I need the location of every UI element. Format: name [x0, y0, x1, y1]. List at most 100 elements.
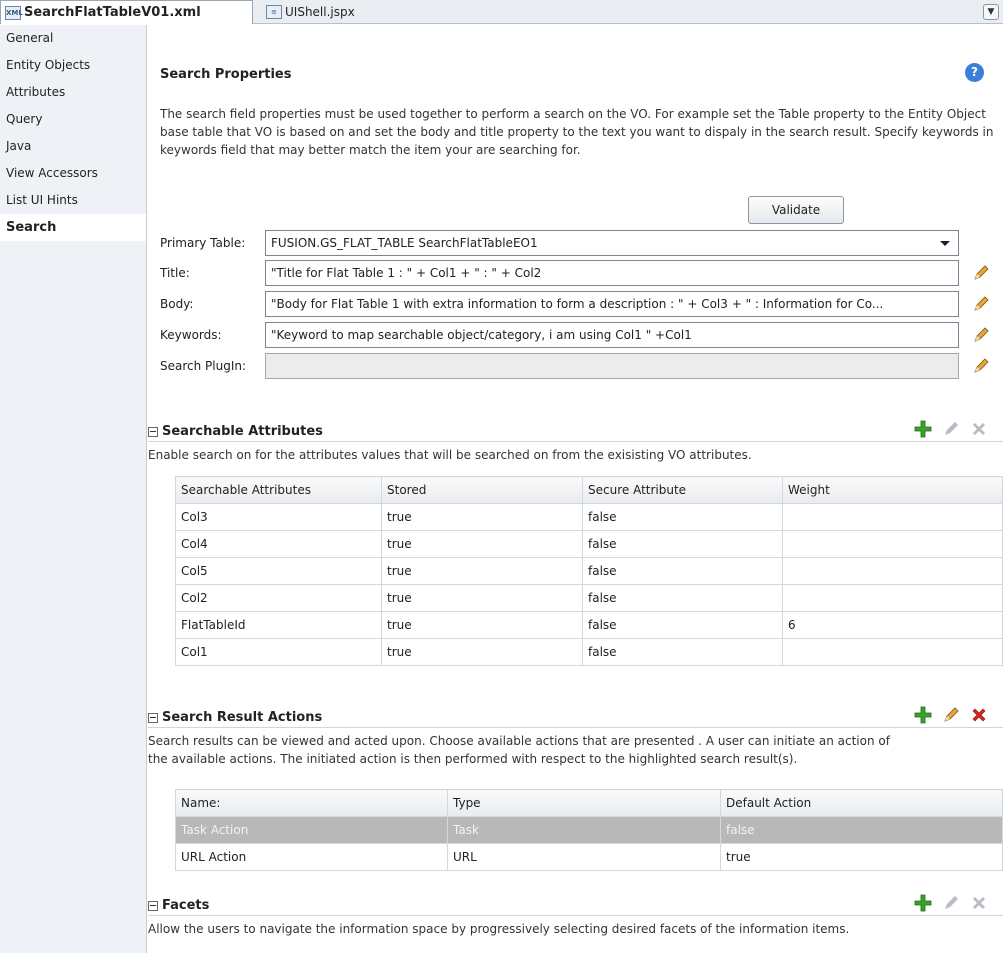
table-row[interactable]: URL Action URL true	[175, 843, 1003, 871]
table-row[interactable]: Col3 true false	[175, 503, 1003, 531]
validate-button[interactable]: Validate	[748, 196, 844, 224]
sidebar-item-entity-objects[interactable]: Entity Objects	[0, 52, 146, 79]
table-cell: true	[381, 611, 583, 639]
edit-search-plugin-pencil-icon[interactable]	[973, 358, 989, 374]
table-cell	[782, 530, 1003, 558]
sidebar-item-attributes[interactable]: Attributes	[0, 79, 146, 106]
collapse-icon[interactable]	[148, 900, 158, 911]
search-plugin-label: Search PlugIn:	[160, 359, 247, 373]
collapse-icon[interactable]	[148, 426, 158, 437]
body-label: Body:	[160, 297, 194, 311]
sidebar-item-list-ui-hints[interactable]: List UI Hints	[0, 187, 146, 214]
add-icon[interactable]	[914, 894, 932, 912]
title-field[interactable]: "Title for Flat Table 1 : " + Col1 + " :…	[265, 260, 959, 286]
table-cell: URL	[447, 843, 721, 871]
primary-table-label: Primary Table:	[160, 236, 246, 250]
tab-searchflattable-xml[interactable]: XML SearchFlatTableV01.xml	[0, 0, 253, 24]
editor-tab-bar: XML SearchFlatTableV01.xml ≡ UIShell.jsp…	[0, 0, 1003, 24]
table-cell: false	[720, 816, 1003, 844]
xml-file-icon: XML	[5, 5, 23, 20]
tab-list-dropdown-icon[interactable]: ▼	[983, 4, 999, 20]
edit-pencil-icon[interactable]	[942, 706, 960, 724]
sidebar-item-search[interactable]: Search	[0, 214, 146, 241]
table-cell: Col3	[175, 503, 382, 531]
facets-header[interactable]: Facets	[148, 898, 209, 913]
table-cell: Task	[447, 816, 721, 844]
table-cell: false	[582, 638, 783, 666]
table-cell: false	[582, 557, 783, 585]
delete-icon[interactable]	[970, 706, 988, 724]
search-result-actions-header[interactable]: Search Result Actions	[148, 710, 322, 725]
delete-icon[interactable]	[970, 894, 988, 912]
table-cell: true	[381, 557, 583, 585]
table-row[interactable]: FlatTableId true false 6	[175, 611, 1003, 639]
table-cell: true	[381, 530, 583, 558]
title-label: Title:	[160, 266, 190, 280]
table-row[interactable]: Col2 true false	[175, 584, 1003, 612]
description-line: Search results can be viewed and acted u…	[148, 734, 890, 748]
table-cell: false	[582, 584, 783, 612]
table-cell	[782, 503, 1003, 531]
keywords-field[interactable]: "Keyword to map searchable object/catego…	[265, 322, 959, 348]
column-header[interactable]: Weight	[782, 476, 1003, 504]
section-divider	[148, 915, 1003, 916]
table-cell	[782, 584, 1003, 612]
search-properties-description: The search field properties must be used…	[160, 107, 994, 157]
search-result-actions-title: Search Result Actions	[162, 710, 323, 725]
column-header[interactable]: Name:	[175, 789, 448, 817]
table-cell: Col2	[175, 584, 382, 612]
tab-label: SearchFlatTableV01.xml	[24, 5, 201, 20]
facets-description: Allow the users to navigate the informat…	[148, 922, 850, 936]
search-result-actions-toolbar	[914, 706, 988, 724]
column-header[interactable]: Searchable Attributes	[175, 476, 382, 504]
table-cell	[782, 638, 1003, 666]
body-field[interactable]: "Body for Flat Table 1 with extra inform…	[265, 291, 959, 317]
keywords-label: Keywords:	[160, 328, 222, 342]
delete-icon[interactable]	[970, 420, 988, 438]
sidebar-item-java[interactable]: Java	[0, 133, 146, 160]
table-cell: false	[582, 530, 783, 558]
sidebar-item-view-accessors[interactable]: View Accessors	[0, 160, 146, 187]
primary-table-select[interactable]: FUSION.GS_FLAT_TABLE SearchFlatTableEO1	[265, 230, 959, 256]
column-header[interactable]: Stored	[381, 476, 583, 504]
tab-label: UIShell.jspx	[285, 5, 355, 19]
searchable-attributes-header[interactable]: Searchable Attributes	[148, 424, 323, 439]
main-panel: Search Properties ? The search field pro…	[148, 25, 1003, 953]
sidebar-item-general[interactable]: General	[0, 25, 146, 52]
column-header[interactable]: Default Action	[720, 789, 1003, 817]
section-divider	[148, 727, 1003, 728]
table-row[interactable]: Col1 true false	[175, 638, 1003, 666]
add-icon[interactable]	[914, 420, 932, 438]
table-row-selected[interactable]: Task Action Task false	[175, 816, 1003, 844]
table-cell: 6	[782, 611, 1003, 639]
tab-uishell-jspx[interactable]: ≡ UIShell.jspx	[262, 0, 462, 24]
sidebar-item-query[interactable]: Query	[0, 106, 146, 133]
searchable-attributes-table: Searchable Attributes Stored Secure Attr…	[175, 476, 1003, 666]
facets-title: Facets	[162, 898, 210, 913]
table-cell: Col5	[175, 557, 382, 585]
edit-pencil-icon[interactable]	[942, 420, 960, 438]
column-header[interactable]: Secure Attribute	[582, 476, 783, 504]
column-header[interactable]: Type	[447, 789, 721, 817]
help-icon[interactable]: ?	[965, 63, 984, 82]
facets-toolbar	[914, 894, 988, 912]
table-cell: true	[720, 843, 1003, 871]
table-row[interactable]: Col5 true false	[175, 557, 1003, 585]
description-line: the available actions. The initiated act…	[148, 752, 798, 766]
edit-pencil-icon[interactable]	[942, 894, 960, 912]
chevron-down-icon	[940, 241, 950, 246]
jspx-file-icon: ≡	[266, 5, 282, 19]
table-cell: Task Action	[175, 816, 448, 844]
table-cell	[782, 557, 1003, 585]
collapse-icon[interactable]	[148, 712, 158, 723]
edit-keywords-pencil-icon[interactable]	[973, 327, 989, 343]
search-result-actions-description: Search results can be viewed and acted u…	[148, 732, 1003, 768]
edit-body-pencil-icon[interactable]	[973, 296, 989, 312]
table-cell: FlatTableId	[175, 611, 382, 639]
search-plugin-field[interactable]	[265, 353, 959, 379]
section-divider	[148, 441, 1003, 442]
edit-title-pencil-icon[interactable]	[973, 265, 989, 281]
table-row[interactable]: Col4 true false	[175, 530, 1003, 558]
add-icon[interactable]	[914, 706, 932, 724]
table-cell: true	[381, 503, 583, 531]
